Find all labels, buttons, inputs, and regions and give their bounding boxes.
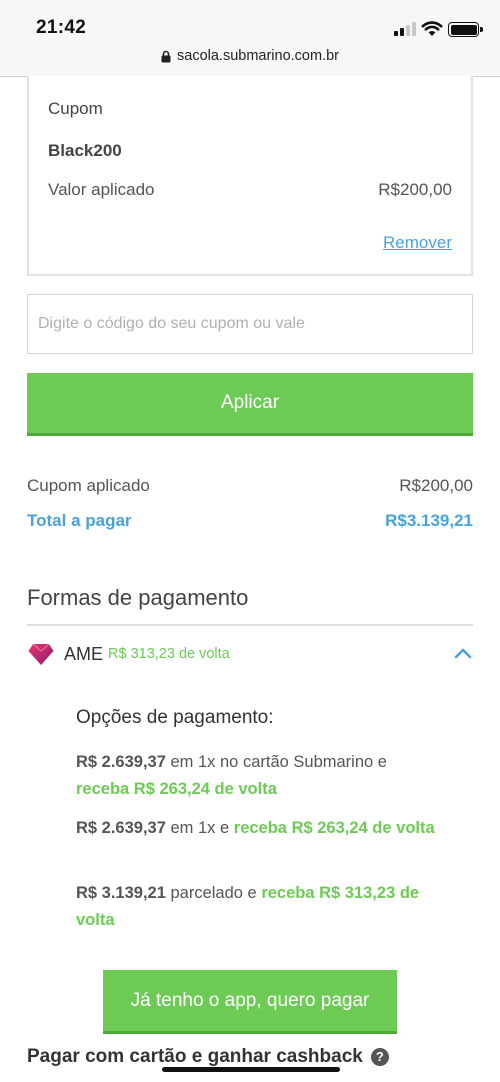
battery-icon (448, 22, 483, 37)
option-text: em 1x no cartão Submarino e (165, 753, 387, 771)
coupon-code: Black200 (48, 141, 122, 160)
total-value: R$3.139,21 (385, 511, 473, 530)
summary-coupon-label: Cupom aplicado (27, 476, 150, 495)
remove-coupon-link[interactable]: Remover (383, 233, 452, 253)
status-time: 21:42 (36, 17, 87, 38)
ame-payment-option[interactable]: AME R$ 313,23 de volta (27, 640, 473, 670)
browser-url-bar[interactable]: sacola.submarino.com.br (0, 44, 500, 77)
wifi-icon (421, 21, 443, 36)
ame-name: AME (64, 644, 104, 664)
option-cashback: receba R$ 263,24 de volta (233, 819, 435, 837)
summary-total-row: Total a pagar R$3.139,21 (27, 511, 473, 535)
total-label: Total a pagar (27, 511, 132, 530)
option-amount: R$ 3.139,21 (76, 884, 166, 902)
payment-options-heading: Opções de pagamento: (76, 707, 274, 728)
option-amount: R$ 2.639,37 (76, 753, 166, 771)
coupon-code-input[interactable] (27, 294, 473, 354)
card-cashback-section[interactable]: Pagar com cartão e ganhar cashback ? (27, 1046, 389, 1068)
option-text: em 1x e (165, 819, 234, 837)
option-amount: R$ 2.639,37 (76, 819, 166, 837)
payment-divider (27, 624, 473, 626)
question-circle-icon[interactable]: ? (370, 1048, 389, 1066)
status-bar: 21:42 (0, 0, 500, 44)
applied-coupon-card: Cupom Black200 Valor aplicado R$200,00 R… (27, 76, 473, 276)
option-cashback: receba R$ 263,24 de volta (76, 780, 277, 798)
apply-coupon-button[interactable]: Aplicar (27, 373, 473, 436)
ame-cashback-label: R$ 313,23 de volta (108, 646, 230, 662)
pay-with-app-button[interactable]: Já tenho o app, quero pagar (103, 970, 397, 1034)
summary-coupon-row: Cupom aplicado R$200,00 (27, 476, 473, 500)
home-indicator (162, 1067, 340, 1072)
ame-heart-icon (28, 643, 54, 665)
payment-option-3[interactable]: R$ 3.139,21 parcelado e receba R$ 313,23… (76, 880, 436, 934)
payment-option-1[interactable]: R$ 2.639,37 em 1x no cartão Submarino e … (76, 749, 436, 803)
applied-value-amount: R$200,00 (378, 180, 452, 199)
coupon-title: Cupom (48, 99, 103, 118)
payment-option-2[interactable]: R$ 2.639,37 em 1x e receba R$ 263,24 de … (76, 815, 436, 842)
applied-value-label: Valor aplicado (48, 180, 155, 199)
lock-icon (161, 50, 171, 62)
summary-coupon-value: R$200,00 (399, 476, 473, 495)
option-text: parcelado e (165, 884, 262, 902)
url-text: sacola.submarino.com.br (177, 48, 339, 64)
chevron-up-icon[interactable] (453, 644, 473, 664)
payment-methods-heading: Formas de pagamento (27, 585, 249, 610)
cellular-signal-icon (394, 22, 416, 36)
card-cashback-label: Pagar com cartão e ganhar cashback (27, 1046, 363, 1067)
